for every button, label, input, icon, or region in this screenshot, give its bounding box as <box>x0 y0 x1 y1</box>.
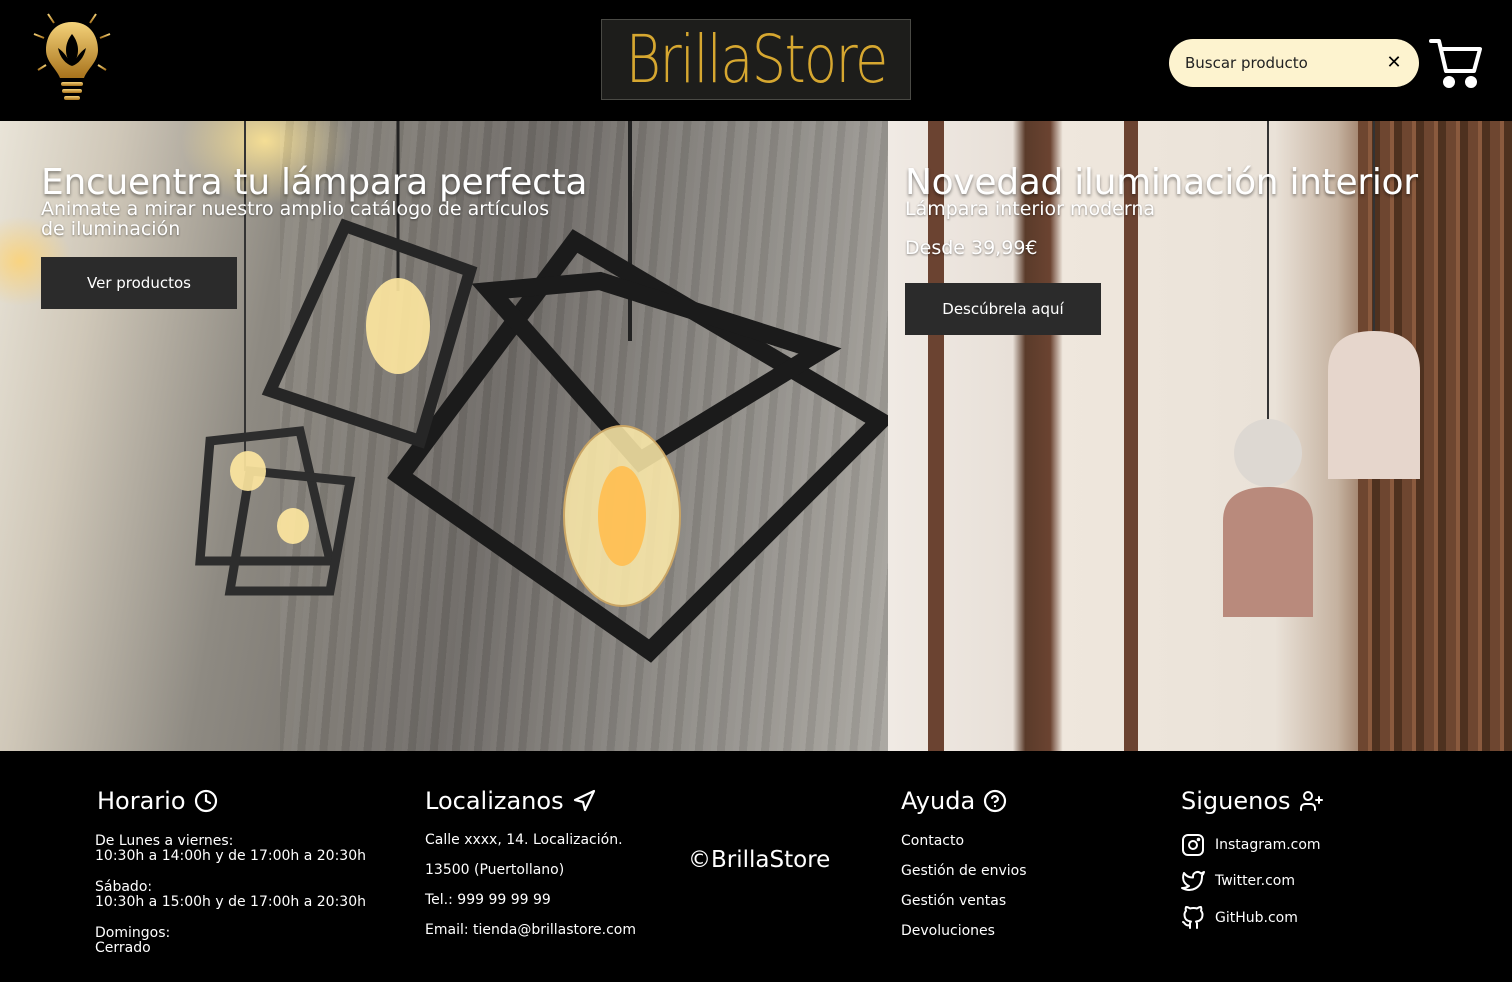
search-bar: ✕ <box>1169 39 1419 87</box>
help-circle-icon <box>984 789 1007 813</box>
schedule-saturday: Sábado: 10:30h a 15:00h y de 17:00h a 20… <box>95 880 366 910</box>
schedule-weekdays-label: De Lunes a viernes: <box>95 833 234 849</box>
user-plus-icon <box>1299 791 1323 811</box>
schedule-saturday-label: Sábado: <box>95 879 153 895</box>
hero-right-text: Novedad iluminación interior Lámpara int… <box>905 162 1418 260</box>
hero-left-text: Encuentra tu lámpara perfecta Animate a … <box>41 162 588 240</box>
lightbulb-logo-icon[interactable] <box>28 4 116 108</box>
help-link-shipping[interactable]: Gestión de envios <box>901 863 1027 879</box>
schedule-weekdays: De Lunes a viernes: 10:30h a 14:00h y de… <box>95 834 366 864</box>
hero-left-subtitle-1: Animate a mirar nuestro amplio catálogo … <box>41 198 550 220</box>
help-link-sales[interactable]: Gestión ventas <box>901 893 1006 909</box>
schedule-sunday: Domingos: Cerrado <box>95 926 170 956</box>
location-title: Localizanos <box>425 787 564 815</box>
site-header: BrillaStore ✕ <box>0 0 1512 121</box>
view-products-button[interactable]: Ver productos <box>41 257 237 309</box>
cart-icon[interactable] <box>1429 37 1483 89</box>
hero-left-title: Encuentra tu lámpara perfecta <box>41 162 588 203</box>
hero-banner-right: Novedad iluminación interior Lámpara int… <box>888 121 1512 751</box>
schedule-saturday-hours: 10:30h a 15:00h y de 17:00h a 20:30h <box>95 894 366 910</box>
search-input[interactable] <box>1185 39 1375 87</box>
help-link-contact[interactable]: Contacto <box>901 833 964 849</box>
hero-left-subtitle-2: de iluminación <box>41 218 181 240</box>
hero-banner-left: Encuentra tu lámpara perfecta Animate a … <box>0 121 888 751</box>
github-label: GitHub.com <box>1215 910 1298 926</box>
social-link-github[interactable]: GitHub.com <box>1181 906 1298 930</box>
social-link-twitter[interactable]: Twitter.com <box>1181 869 1295 893</box>
schedule-title: Horario <box>97 787 186 815</box>
hero-right-title: Novedad iluminación interior <box>905 162 1418 203</box>
twitter-icon <box>1181 871 1205 891</box>
site-footer: Horario De Lunes a viernes: 10:30h a 14:… <box>0 751 1512 982</box>
copyright: ©BrillaStore <box>688 847 831 873</box>
social-link-instagram[interactable]: Instagram.com <box>1181 833 1321 857</box>
address-line: Calle xxxx, 14. Localización. <box>425 832 623 848</box>
email-line[interactable]: Email: tienda@brillastore.com <box>425 923 636 938</box>
postal-line: 13500 (Puertollano) <box>425 862 565 878</box>
close-icon[interactable]: ✕ <box>1383 52 1405 74</box>
schedule-weekdays-hours: 10:30h a 14:00h y de 17:00h a 20:30h <box>95 848 366 864</box>
location-heading: Localizanos <box>425 787 596 815</box>
social-title: Siguenos <box>1181 787 1291 815</box>
github-icon <box>1182 906 1204 929</box>
social-heading: Siguenos <box>1181 787 1323 815</box>
schedule-heading: Horario <box>97 787 218 815</box>
schedule-sunday-hours: Cerrado <box>95 940 151 956</box>
help-title: Ayuda <box>901 787 976 815</box>
brand-logo[interactable]: BrillaStore <box>601 19 911 100</box>
twitter-label: Twitter.com <box>1215 873 1295 889</box>
hero-right-price: Desde 39,99€ <box>905 237 1038 259</box>
navigation-arrow-icon <box>573 789 595 812</box>
discover-button[interactable]: Descúbrela aquí <box>905 283 1101 335</box>
clock-icon <box>194 789 217 813</box>
help-link-returns[interactable]: Devoluciones <box>901 923 995 939</box>
instagram-label: Instagram.com <box>1215 837 1321 853</box>
schedule-sunday-label: Domingos: <box>95 925 171 941</box>
instagram-icon <box>1182 834 1204 856</box>
help-heading: Ayuda <box>901 787 1007 815</box>
brand-name: BrillaStore <box>625 20 889 98</box>
phone-line: Tel.: 999 99 99 99 <box>425 892 551 908</box>
